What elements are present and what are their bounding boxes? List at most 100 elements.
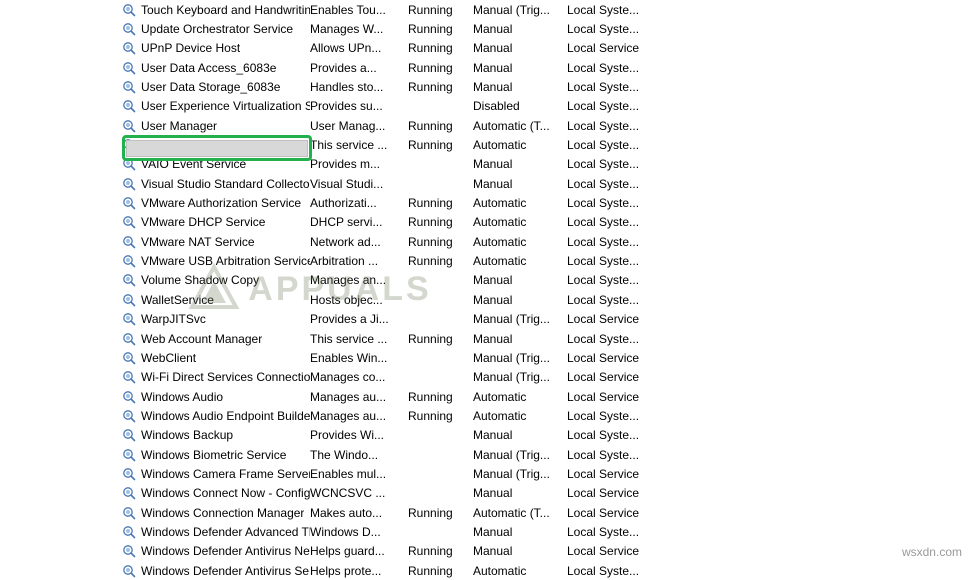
service-logon-label: Local Service: [567, 41, 640, 56]
service-gear-icon: [122, 235, 136, 249]
service-status-label: Running: [408, 234, 453, 249]
service-startup-label: Automatic (T...: [473, 505, 550, 520]
service-gear-icon: [122, 119, 136, 133]
table-row[interactable]: Visual Studio Standard Collector Service…: [0, 174, 968, 193]
service-name-cell[interactable]: Touch Keyboard and Handwriting Panel Ser…: [0, 3, 310, 17]
table-row[interactable]: VMware Authorization Service Authorizati.…: [0, 193, 968, 212]
service-logon-cell: Local Syste...: [567, 409, 697, 423]
service-description-cell: Network ad...: [310, 235, 408, 249]
service-name-cell[interactable]: Update Orchestrator Service: [0, 22, 310, 36]
table-row[interactable]: VMware USB Arbitration Service Arbitratio…: [0, 251, 968, 270]
service-logon-cell: Local Syste...: [567, 138, 697, 152]
service-status-cell: Running: [408, 254, 473, 268]
table-row[interactable]: Windows Defender Antivirus ServiceHelps …: [0, 561, 968, 580]
service-name-cell[interactable]: Windows Camera Frame Server: [0, 467, 310, 481]
service-startup-label: Automatic: [473, 563, 527, 578]
table-row[interactable]: Windows Audio Manages au... Running Automat…: [0, 387, 968, 406]
service-name-cell[interactable]: VMware USB Arbitration Service: [0, 254, 310, 268]
service-name-cell[interactable]: Windows Audio: [0, 390, 310, 404]
service-description-cell: Authorizati...: [310, 196, 408, 210]
service-description-label: Helps prote...: [310, 563, 382, 578]
service-name-cell[interactable]: Web Account Manager: [0, 332, 310, 346]
service-name-cell[interactable]: UPnP Device Host: [0, 41, 310, 55]
table-row[interactable]: WebClient Enables Win... Manual (Trig... Lo…: [0, 348, 968, 367]
table-row[interactable]: Windows Defender Advanced Threat Protect…: [0, 522, 968, 541]
service-status-label: Running: [408, 505, 453, 520]
service-startup-label: Manual: [473, 331, 513, 346]
service-logon-label: Local Syste...: [567, 138, 640, 153]
service-logon-cell: Local Service: [567, 370, 697, 384]
table-row[interactable]: User Manager User Manag... Running Automati…: [0, 116, 968, 135]
service-name-cell[interactable]: Windows Defender Antivirus Service: [0, 564, 310, 578]
service-status-cell: Running: [408, 3, 473, 17]
service-status-cell: Running: [408, 235, 473, 249]
service-name-cell[interactable]: Windows Connection Manager: [0, 506, 310, 520]
service-name-cell[interactable]: VMware NAT Service: [0, 235, 310, 249]
table-row[interactable]: Windows Defender Antivirus Network Inspe…: [0, 542, 968, 561]
service-description-label: Provides su...: [310, 99, 383, 114]
service-name-cell[interactable]: User Data Access_6083e: [0, 61, 310, 75]
service-startup-label: Manual (Trig...: [473, 466, 550, 481]
service-name-cell[interactable]: Windows Backup: [0, 428, 310, 442]
service-name-cell[interactable]: Visual Studio Standard Collector Service: [0, 177, 310, 191]
table-row[interactable]: User Data Storage_6083e Handles sto... Run…: [0, 77, 968, 96]
service-description-label: Helps guard...: [310, 544, 385, 559]
table-row[interactable]: User Experience Virtualization ServicePr…: [0, 97, 968, 116]
service-startup-label: Disabled: [473, 99, 520, 114]
service-startup-label: Manual (Trig...: [473, 2, 550, 17]
service-name-label: Visual Studio Standard Collector Service: [141, 176, 310, 191]
service-description-label: Manages an...: [310, 273, 387, 288]
table-row[interactable]: Update Orchestrator Service Manages W... R…: [0, 19, 968, 38]
table-row[interactable]: WarpJITSvc Provides a Ji... Manual (Trig..…: [0, 310, 968, 329]
service-name-cell[interactable]: User Data Storage_6083e: [0, 80, 310, 94]
table-row[interactable]: Windows Audio Endpoint Builder Manages au…: [0, 406, 968, 425]
services-list[interactable]: Touch Keyboard and Handwriting Panel Ser…: [0, 0, 968, 578]
table-row[interactable]: Windows Camera Frame Server Enables mul..…: [0, 464, 968, 483]
table-row[interactable]: Volume Shadow Copy Manages an... Manual Loc…: [0, 271, 968, 290]
service-name-cell[interactable]: Windows Defender Advanced Threat Protect…: [0, 525, 310, 539]
service-status-label: Running: [408, 254, 453, 269]
service-name-cell[interactable]: Windows Defender Antivirus Network Inspe…: [0, 544, 310, 558]
service-name-cell[interactable]: Windows Connect Now - Config Registrar: [0, 486, 310, 500]
service-startup-cell: Manual: [473, 22, 567, 36]
service-logon-cell: Local Syste...: [567, 177, 697, 191]
table-row[interactable]: Web Account Manager This service ... Runni…: [0, 329, 968, 348]
service-name-cell[interactable]: VMware DHCP Service: [0, 215, 310, 229]
table-row[interactable]: Windows Biometric Service The Windo... Man…: [0, 445, 968, 464]
service-name-cell[interactable]: WalletService: [0, 293, 310, 307]
service-startup-label: Manual: [473, 544, 513, 559]
table-row[interactable]: Windows Backup Provides Wi... Manual Local …: [0, 426, 968, 445]
service-startup-label: Automatic: [473, 215, 527, 230]
service-name-cell[interactable]: User Experience Virtualization Service: [0, 99, 310, 113]
service-gear-icon: [122, 467, 136, 481]
service-name-cell[interactable]: WarpJITSvc: [0, 312, 310, 326]
service-name-cell[interactable]: Windows Audio Endpoint Builder: [0, 409, 310, 423]
service-name-cell[interactable]: User Manager: [0, 119, 310, 133]
table-row[interactable]: Windows Connect Now - Config RegistrarWC…: [0, 484, 968, 503]
service-logon-label: Local Service: [567, 486, 640, 501]
service-startup-cell: Automatic: [473, 215, 567, 229]
service-gear-icon: [122, 215, 136, 229]
service-name-label: User Data Access_6083e: [141, 60, 277, 75]
service-logon-label: Local Syste...: [567, 176, 640, 191]
service-name-label: Windows Biometric Service: [141, 447, 287, 462]
service-name-cell[interactable]: Wi-Fi Direct Services Connection Manager…: [0, 370, 310, 384]
table-row[interactable]: VMware NAT Service Network ad... Running Au…: [0, 232, 968, 251]
service-description-label: Enables Tou...: [310, 2, 386, 17]
service-name-cell[interactable]: Volume Shadow Copy: [0, 273, 310, 287]
service-gear-icon: [122, 3, 136, 17]
table-row[interactable]: VAIO Event Service Provides m... Manual Loc…: [0, 155, 968, 174]
table-row[interactable]: VMware DHCP Service DHCP servi... Running A…: [0, 213, 968, 232]
table-row[interactable]: UPnP Device Host Allows UPn... Running Manu…: [0, 39, 968, 58]
service-name-cell[interactable]: Windows Biometric Service: [0, 448, 310, 462]
service-name-cell[interactable]: WebClient: [0, 351, 310, 365]
table-row[interactable]: User Data Access_6083e Provides a... Runni…: [0, 58, 968, 77]
service-description-cell: Visual Studi...: [310, 177, 408, 191]
service-logon-cell: Local Syste...: [567, 80, 697, 94]
table-row[interactable]: Touch Keyboard and Handwriting Panel Ser…: [0, 0, 968, 19]
table-row[interactable]: Windows Connection Manager Makes auto... R…: [0, 503, 968, 522]
table-row[interactable]: Wi-Fi Direct Services Connection Manager…: [0, 368, 968, 387]
service-name-cell[interactable]: VAIO Event Service: [0, 157, 310, 171]
service-name-cell[interactable]: VMware Authorization Service: [0, 196, 310, 210]
table-row[interactable]: WalletService Hosts objec... Manual Local S…: [0, 290, 968, 309]
